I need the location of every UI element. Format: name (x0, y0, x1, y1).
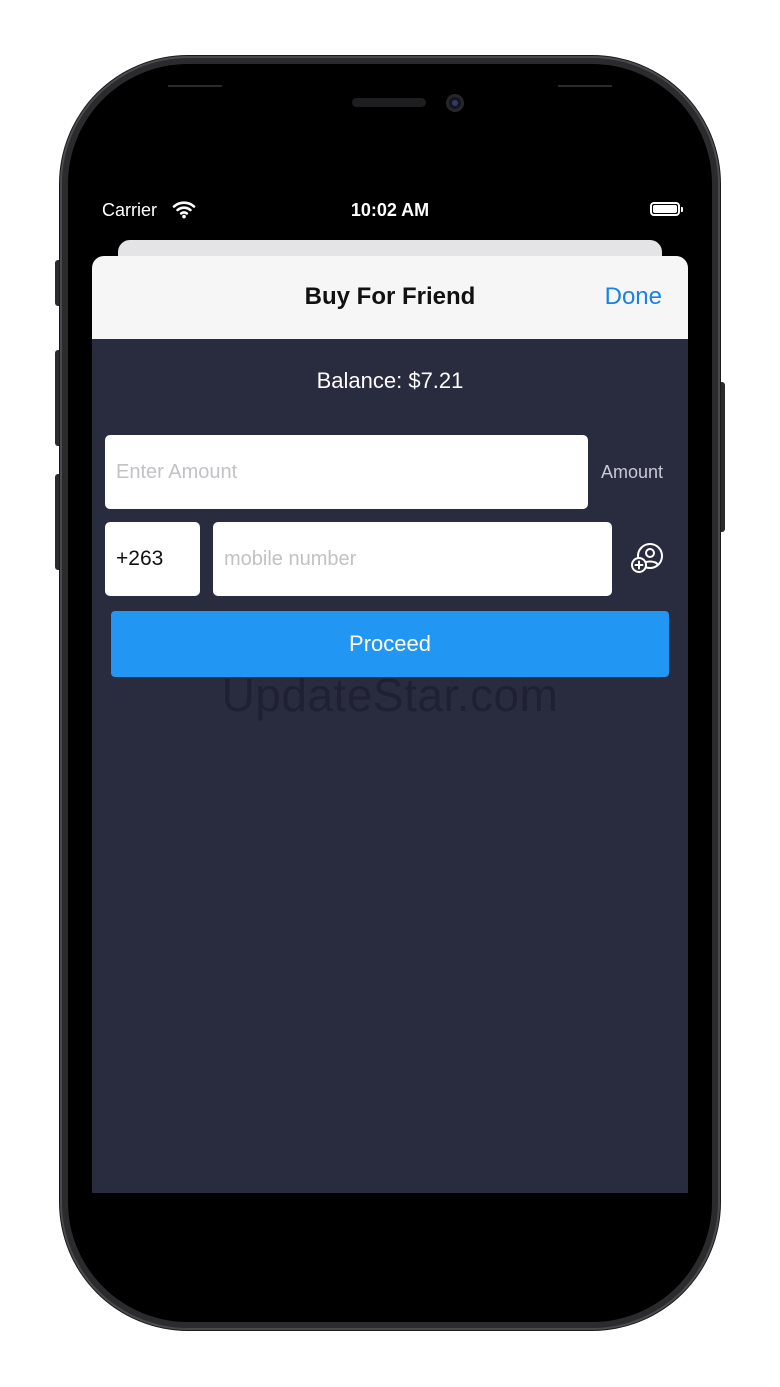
done-button[interactable]: Done (605, 283, 662, 311)
antenna-line-right (558, 85, 612, 87)
antenna-line-left (168, 85, 222, 87)
front-camera (446, 94, 464, 112)
buy-for-friend-sheet: Buy For Friend Done Balance: $7.21 Updat… (92, 256, 688, 1193)
proceed-button[interactable]: Proceed (111, 611, 669, 677)
add-contact-icon[interactable] (630, 541, 666, 577)
status-time: 10:02 AM (350, 200, 430, 220)
country-code-selector[interactable]: +263 (105, 522, 200, 596)
page-title: Buy For Friend (304, 283, 476, 310)
screenshot-stage: Carrier 10:02 AM Buy For Friend Done Bal… (0, 0, 780, 1387)
battery-full-icon (650, 202, 683, 216)
earpiece-speaker (352, 98, 426, 107)
navigation-bar: Buy For Friend Done (92, 256, 688, 339)
mobile-number-input[interactable] (213, 522, 612, 596)
amount-label: Amount (601, 462, 664, 482)
balance-label: Balance: $7.21 (316, 368, 464, 393)
amount-input[interactable] (105, 435, 588, 509)
status-bar: Carrier 10:02 AM (92, 195, 688, 227)
